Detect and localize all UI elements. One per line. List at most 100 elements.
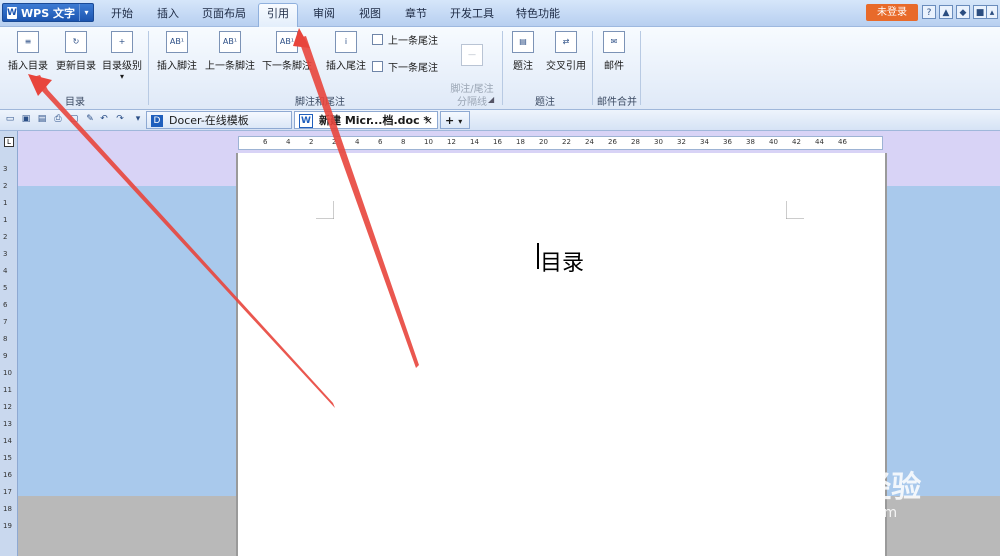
- ruler-tick-label: 19: [3, 522, 12, 530]
- toc-level-icon: +: [111, 31, 133, 53]
- docer-icon: D: [151, 115, 163, 127]
- cross-ref-button[interactable]: ⇄ 交叉引用: [542, 31, 590, 72]
- update-toc-button[interactable]: ↻ 更新目录: [54, 31, 98, 72]
- ruler-tick-label: 44: [815, 138, 824, 146]
- prev-endnote-icon: [372, 34, 383, 45]
- ruler-tick-label: 26: [608, 138, 617, 146]
- help-icon[interactable]: ?: [922, 5, 936, 19]
- ruler-tick-label: 3: [3, 250, 8, 258]
- ruler-tick-label: 4: [355, 138, 360, 146]
- separator-icon: —: [461, 44, 483, 66]
- tab-references[interactable]: 引用: [258, 3, 298, 27]
- title-bar: W WPS 文字 ▾ 开始 插入 页面布局 引用 审阅 视图 章节 开发工具 特…: [0, 0, 1000, 27]
- mail-button[interactable]: ✉ 邮件: [596, 31, 632, 72]
- wps-logo-icon: W: [7, 6, 17, 19]
- ruler-tick-label: 24: [585, 138, 594, 146]
- next-endnote-icon: [372, 61, 383, 72]
- insert-footnote-button[interactable]: AB¹ 插入脚注: [154, 31, 200, 72]
- ruler-tick-label: 12: [447, 138, 456, 146]
- ruler-tick-label: 12: [3, 403, 12, 411]
- ruler-tick-label: 2: [3, 182, 8, 190]
- toc-icon: ≡: [17, 31, 39, 53]
- insert-endnote-button[interactable]: i 插入尾注: [322, 31, 370, 72]
- ruler-tick-label: 46: [838, 138, 847, 146]
- baidu-watermark: Baidu经验: [765, 470, 922, 505]
- toc-heading[interactable]: 目录: [540, 245, 584, 277]
- ruler-tick-label: 1: [3, 216, 8, 224]
- caption-button[interactable]: ▤ 题注: [506, 31, 540, 72]
- login-button[interactable]: 未登录: [866, 4, 918, 21]
- tab-section[interactable]: 章节: [398, 4, 434, 24]
- tab-insert[interactable]: 插入: [150, 4, 186, 24]
- doc-tab-docer[interactable]: D Docer-在线模板: [146, 111, 292, 129]
- tab-home[interactable]: 开始: [104, 4, 140, 24]
- group-label-caption: 题注: [535, 97, 555, 108]
- app-icon[interactable]: ■: [973, 5, 987, 19]
- export-pdf-icon[interactable]: ▤: [36, 113, 48, 125]
- ruler-tick-label: 38: [746, 138, 755, 146]
- tab-features[interactable]: 特色功能: [510, 4, 566, 24]
- save-icon[interactable]: ▣: [20, 113, 32, 125]
- tab-review[interactable]: 审阅: [306, 4, 342, 24]
- open-icon[interactable]: ▭: [4, 113, 16, 125]
- ruler-tick-label: 32: [677, 138, 686, 146]
- doc-tab-current[interactable]: W 新建 Micr...档.doc * ×: [294, 111, 438, 129]
- ruler-tick-label: 34: [700, 138, 709, 146]
- margin-corner-mark: [786, 201, 804, 219]
- prev-footnote-button[interactable]: AB¹ 上一条脚注: [204, 31, 256, 72]
- prev-endnote-button[interactable]: 上一条尾注: [372, 32, 438, 47]
- redo-icon[interactable]: ↷: [114, 113, 126, 125]
- ruler-tick-label: 16: [3, 471, 12, 479]
- refresh-icon: ↻: [65, 31, 87, 53]
- ruler-tick-label: 14: [470, 138, 479, 146]
- watermark-url: jingyan.baidu.com: [768, 505, 898, 521]
- next-endnote-button[interactable]: 下一条尾注: [372, 59, 438, 74]
- tab-page-layout[interactable]: 页面布局: [198, 4, 250, 24]
- horizontal-ruler[interactable]: 6 4 2 2 4 6 8 10 12 14 16 18 20 22 24 26 28 30 32 34 36 38 40 4…: [238, 136, 883, 150]
- print-preview-icon[interactable]: ▢: [68, 113, 80, 125]
- mail-icon: ✉: [603, 31, 625, 53]
- dialog-launcher-icon[interactable]: ◢: [488, 95, 494, 104]
- ruler-tick-label: 40: [769, 138, 778, 146]
- format-painter-icon[interactable]: ✎: [84, 113, 96, 125]
- chevron-down-icon[interactable]: ▾: [132, 113, 144, 125]
- next-footnote-icon: AB¹: [276, 31, 298, 53]
- footnote-icon: AB¹: [166, 31, 188, 53]
- ruler-tick-label: 17: [3, 488, 12, 496]
- tab-view[interactable]: 视图: [352, 4, 388, 24]
- tab-developer[interactable]: 开发工具: [444, 4, 500, 24]
- ruler-tick-label: 5: [3, 284, 8, 292]
- skin-icon[interactable]: ▲: [939, 5, 953, 19]
- insert-toc-button[interactable]: ≡ 插入目录: [6, 31, 50, 72]
- group-label-notes: 脚注和尾注: [295, 97, 345, 108]
- ruler-tick-label: 7: [3, 318, 8, 326]
- shield-icon[interactable]: ◆: [956, 5, 970, 19]
- expand-icon[interactable]: ▴: [986, 5, 998, 19]
- next-footnote-button[interactable]: AB¹ 下一条脚注: [260, 31, 314, 72]
- close-tab-icon[interactable]: ×: [424, 112, 433, 130]
- ruler-tick-label: 9: [3, 352, 8, 360]
- print-icon[interactable]: ⎙: [52, 113, 64, 125]
- divider: [502, 31, 503, 105]
- new-tab-button[interactable]: + ▾: [440, 111, 470, 129]
- vertical-ruler[interactable]: L 3 2 1 1 2 3 4 5 6 7 8 9 10 11 12 13 14 15 16 17 18 19: [0, 131, 18, 556]
- ruler-tick-label: 6: [378, 138, 383, 146]
- chevron-down-icon[interactable]: ▾: [79, 4, 93, 21]
- undo-icon[interactable]: ↶: [98, 113, 110, 125]
- app-menu-button[interactable]: W WPS 文字 ▾: [2, 3, 94, 22]
- prev-footnote-icon: AB¹: [219, 31, 241, 53]
- endnote-icon: i: [335, 31, 357, 53]
- ruler-tick-label: 11: [3, 386, 12, 394]
- ruler-tick-label: 4: [286, 138, 291, 146]
- chevron-down-icon: ▾: [119, 72, 124, 81]
- divider: [148, 31, 149, 105]
- caption-icon: ▤: [512, 31, 534, 53]
- chevron-down-icon: ▾: [458, 117, 463, 126]
- ruler-tick-label: 13: [3, 420, 12, 428]
- group-label-mail: 邮件合并: [597, 97, 637, 108]
- ruler-tick-label: 30: [654, 138, 663, 146]
- tab-stop-selector[interactable]: L: [4, 137, 14, 147]
- ruler-tick-label: 15: [3, 454, 12, 462]
- ruler-tick-label: 22: [562, 138, 571, 146]
- toc-level-button[interactable]: + 目录级别 ▾: [100, 31, 144, 81]
